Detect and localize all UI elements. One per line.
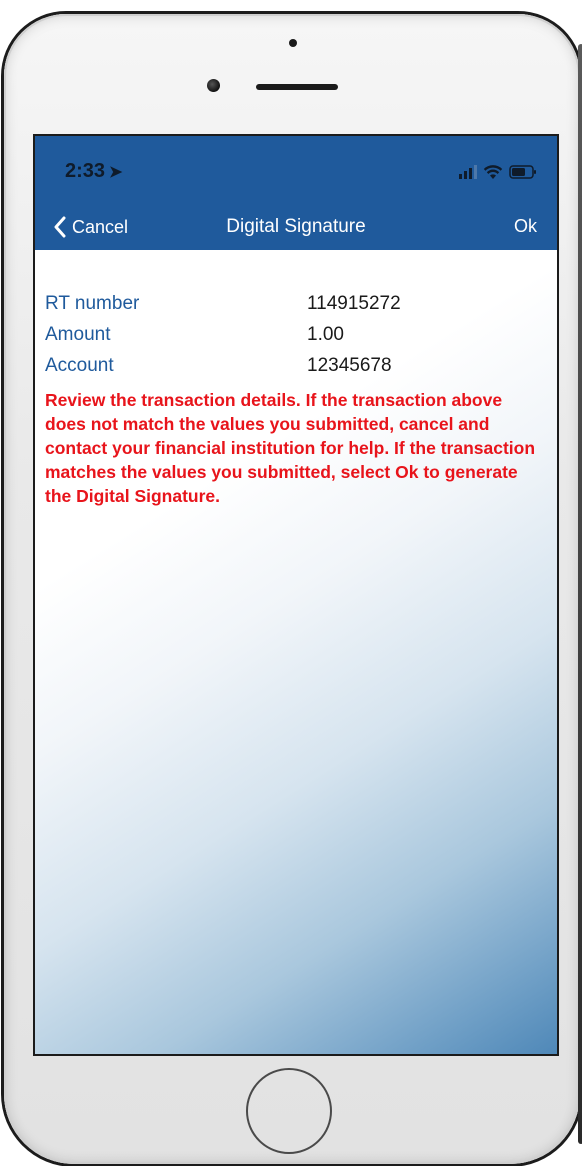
status-bar: 2:33 ➤ <box>35 136 557 206</box>
status-time: 2:33 ➤ <box>65 160 122 183</box>
earpiece-speaker <box>256 84 338 90</box>
detail-row-rt-number: RT number 114915272 <box>45 288 545 319</box>
app-header: 2:33 ➤ Cancel Digital Signature Ok <box>35 136 557 250</box>
content-area: RT number 114915272 Amount 1.00 Account … <box>35 250 557 1054</box>
proximity-sensor <box>289 39 297 47</box>
home-button[interactable] <box>246 1068 332 1154</box>
account-value: 12345678 <box>307 354 392 376</box>
amount-label: Amount <box>45 323 111 345</box>
ok-button[interactable]: Ok <box>514 216 537 237</box>
front-camera <box>207 79 220 92</box>
signal-icon <box>459 165 477 179</box>
rt-number-label: RT number <box>45 292 140 314</box>
location-arrow-icon: ➤ <box>109 164 123 181</box>
transaction-details: RT number 114915272 Amount 1.00 Account … <box>45 288 545 381</box>
account-label: Account <box>45 354 114 376</box>
phone-screen: 2:33 ➤ Cancel Digital Signature Ok RT nu… <box>33 134 559 1056</box>
wifi-icon <box>483 164 503 180</box>
rt-number-value: 114915272 <box>307 292 401 314</box>
amount-value: 1.00 <box>307 323 344 345</box>
status-icons <box>459 164 537 180</box>
navigation-bar: Cancel Digital Signature Ok <box>35 206 557 250</box>
status-time-text: 2:33 <box>65 160 106 182</box>
page-title: Digital Signature <box>226 216 366 237</box>
battery-icon <box>509 165 537 179</box>
warning-message: Review the transaction details. If the t… <box>45 390 536 506</box>
detail-row-amount: Amount 1.00 <box>45 319 545 350</box>
detail-row-account: Account 12345678 <box>45 350 545 381</box>
